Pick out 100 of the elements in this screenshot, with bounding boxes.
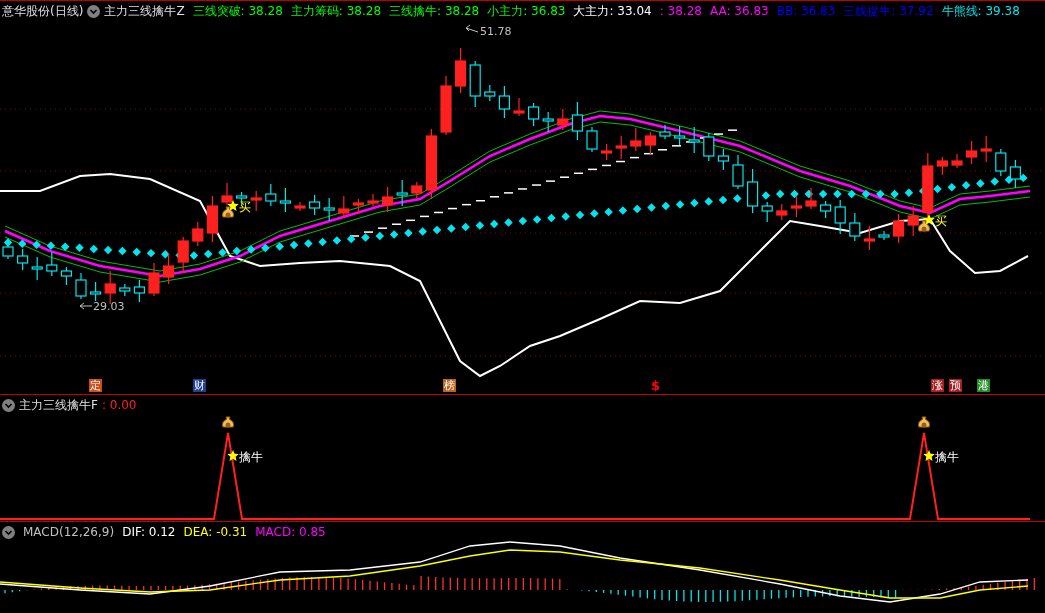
candlestick — [542, 111, 554, 133]
step-dash — [433, 211, 444, 214]
candlestick — [557, 108, 569, 131]
candlestick — [46, 251, 58, 277]
candlestick — [396, 179, 408, 207]
indicator-name: 主力三线擒牛F — [19, 397, 98, 413]
step-dash — [363, 231, 374, 233]
star-icon — [227, 200, 239, 211]
candlestick — [498, 85, 510, 119]
candlestick — [893, 213, 905, 244]
candlestick — [849, 212, 861, 242]
event-tag: 涨 — [931, 379, 944, 392]
candlestick — [338, 195, 350, 219]
candlestick — [163, 252, 175, 285]
candlestick — [75, 272, 87, 300]
candlestick — [761, 201, 773, 223]
candlestick — [717, 148, 729, 171]
candlestick — [615, 135, 627, 160]
collapse-icon[interactable] — [2, 398, 15, 412]
event-tag: $ — [650, 379, 662, 392]
candlestick — [221, 182, 233, 206]
low-price-label: 29.03 — [79, 300, 125, 313]
step-dash — [629, 156, 640, 159]
high-price-label: 51.78 — [465, 24, 512, 38]
indicator-reading: 牛熊线: 39.38 — [941, 3, 1020, 19]
step-dash — [545, 180, 556, 182]
step-dash — [615, 160, 626, 163]
candlestick — [834, 199, 846, 235]
candlestick — [601, 143, 613, 161]
step-dash — [447, 207, 458, 210]
candlestick — [382, 186, 394, 213]
candlestick — [820, 200, 832, 219]
indicator-reading: 大主力: 33.04 — [573, 3, 652, 19]
indicator-reading: : 38.28 — [659, 3, 702, 19]
candlestick — [148, 262, 160, 297]
candlestick — [528, 102, 540, 127]
candlestick — [703, 132, 715, 162]
step-dash — [405, 219, 416, 222]
indicator-reading: MACD(12,26,9) — [23, 524, 115, 540]
candlestick — [206, 195, 218, 243]
buy-label: 买 — [935, 214, 947, 228]
candlestick — [119, 283, 131, 297]
money-bag-icon — [222, 206, 234, 218]
event-tag: 定 — [89, 379, 102, 392]
candlestick — [309, 194, 321, 216]
candlestick — [571, 101, 583, 141]
candlestick — [294, 201, 306, 212]
candlestick — [192, 221, 204, 247]
buy-label: 买 — [239, 200, 251, 214]
step-dash — [503, 192, 514, 194]
candlestick — [484, 84, 496, 102]
indicator-reading: : 0.00 — [101, 397, 137, 413]
signal-label: 擒牛 — [239, 450, 263, 464]
step-dash — [377, 227, 388, 229]
step-dash — [517, 188, 528, 190]
event-tag: 预 — [949, 379, 962, 392]
step-dash — [489, 196, 500, 198]
step-dash — [573, 172, 584, 175]
candlestick — [411, 181, 423, 199]
candlestick — [265, 183, 277, 207]
candlestick — [688, 126, 700, 154]
candlestick — [644, 131, 656, 155]
candlestick — [922, 152, 934, 218]
star-icon — [923, 450, 935, 461]
candlestick — [732, 154, 744, 190]
candlestick — [966, 140, 978, 165]
candlestick — [323, 197, 335, 222]
indicator-reading: 三线擒牛: 38.28 — [389, 3, 480, 19]
indicator-reading: 三线捉牛: 37.92 — [843, 3, 934, 19]
candlestick — [907, 205, 919, 237]
candlestick — [980, 135, 992, 163]
candlestick — [469, 60, 481, 108]
candlestick — [177, 236, 189, 274]
candlestick — [90, 281, 102, 302]
indicator-reading: 主力筹码: 38.28 — [290, 3, 382, 19]
candlestick — [674, 125, 686, 146]
indicator-reading: BB: 36.83 — [776, 3, 836, 19]
step-dash — [657, 149, 668, 151]
candlestick — [425, 128, 437, 200]
candlestick — [17, 248, 29, 271]
event-tag: 财 — [193, 379, 206, 392]
collapse-icon[interactable] — [2, 525, 15, 539]
candlestick — [367, 193, 379, 207]
step-dash — [531, 184, 542, 186]
collapse-icon[interactable] — [87, 4, 101, 18]
step-dash — [559, 176, 570, 178]
candlestick — [659, 124, 671, 140]
money-bag-icon — [918, 220, 930, 232]
candlestick — [776, 203, 788, 221]
step-dash — [461, 203, 472, 206]
signal-label: 擒牛 — [935, 450, 959, 464]
event-tag: 港 — [977, 379, 990, 392]
candlestick — [805, 187, 817, 210]
step-dash — [419, 215, 430, 218]
step-dash — [601, 164, 612, 167]
indicator-reading: 三线突破: 38.28 — [192, 3, 283, 19]
star-icon — [227, 450, 239, 461]
candlestick — [279, 187, 291, 213]
step-dash — [671, 145, 682, 147]
money-bag-icon — [222, 416, 234, 428]
